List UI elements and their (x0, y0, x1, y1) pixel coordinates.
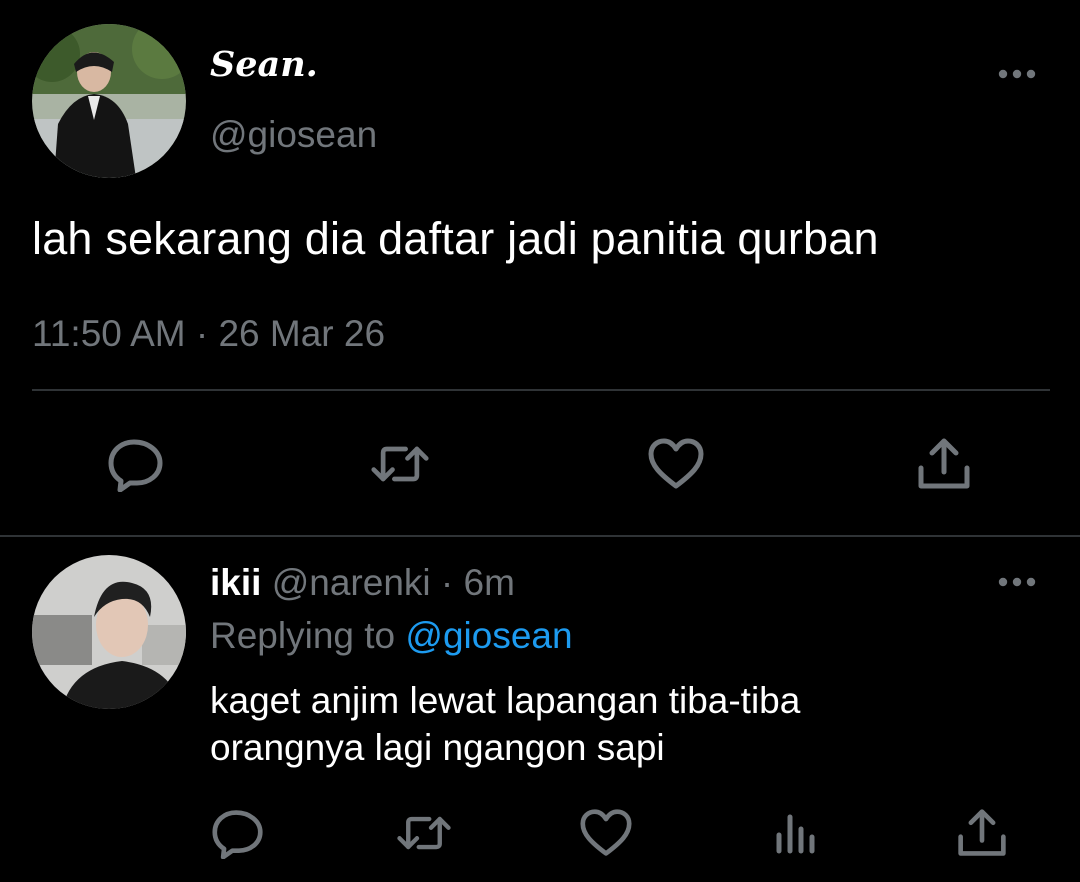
reply-tweet-handle[interactable]: @narenki (272, 562, 431, 603)
reply-tweet-display-name[interactable]: ikii (210, 562, 261, 603)
replying-prefix: Replying to (210, 615, 396, 656)
replying-to: Replying to @giosean (210, 615, 573, 657)
main-tweet-display-name[interactable]: Sean. (210, 44, 318, 85)
main-like-button[interactable] (646, 436, 706, 492)
reply-retweet-button[interactable] (396, 807, 452, 859)
main-tweet-handle[interactable]: @giosean (210, 114, 377, 156)
reply-like-button[interactable] (578, 807, 634, 859)
reply-text-line: orangnya lagi ngangon sapi (210, 727, 665, 768)
reply-tweet-time[interactable]: 6m (464, 562, 515, 603)
reply-reply-button[interactable] (210, 807, 266, 859)
reply-tweet-more-button[interactable] (997, 572, 1037, 592)
reply-analytics-button[interactable] (768, 807, 824, 859)
more-dots-icon (998, 577, 1036, 587)
main-retweet-button[interactable] (370, 436, 430, 492)
reply-tweet-avatar[interactable] (32, 555, 186, 709)
reply-text-line: kaget anjim lewat lapangan tiba-tiba (210, 680, 801, 721)
reply-share-button[interactable] (954, 807, 1010, 859)
replying-to-mention[interactable]: @giosean (405, 615, 572, 656)
share-icon (958, 809, 1006, 856)
main-tweet-more-button[interactable] (997, 64, 1037, 84)
separator-dot: · (440, 562, 454, 603)
avatar-photo (32, 555, 186, 709)
reply-icon (212, 810, 263, 859)
divider (32, 389, 1050, 391)
main-tweet-text: lah sekarang dia daftar jadi panitia qur… (32, 213, 879, 264)
analytics-icon (776, 814, 815, 854)
reply-icon (108, 439, 163, 492)
main-tweet: Sean. @giosean lah sekarang dia daftar j… (0, 0, 1080, 537)
main-tweet-timestamp[interactable]: 11:50 AM · 26 Mar 26 (32, 313, 385, 355)
reply-tweet[interactable]: ikii @narenki · 6m Replying to @giosean … (0, 537, 1080, 882)
heart-icon (580, 809, 632, 856)
more-dots-icon (998, 69, 1036, 79)
main-reply-button[interactable] (106, 436, 166, 492)
retweet-icon (371, 446, 429, 482)
reply-tweet-header: ikii @narenki · 6m (210, 562, 515, 604)
main-share-button[interactable] (914, 436, 974, 492)
main-tweet-avatar[interactable] (32, 24, 186, 178)
retweet-icon (397, 816, 451, 850)
share-icon (918, 438, 970, 489)
heart-icon (648, 438, 704, 489)
reply-tweet-text: kaget anjim lewat lapangan tiba-tiba ora… (210, 677, 1050, 771)
avatar-photo (32, 24, 186, 178)
